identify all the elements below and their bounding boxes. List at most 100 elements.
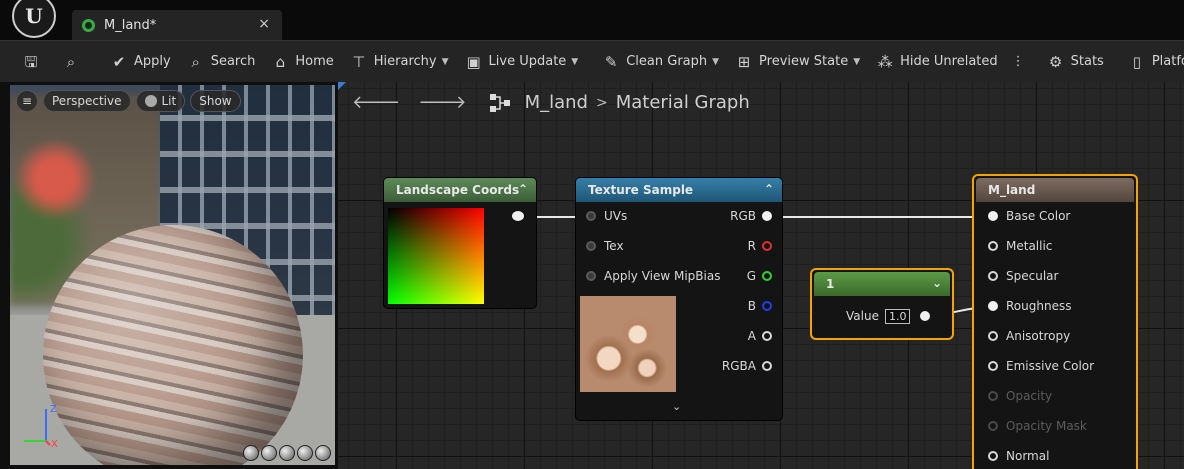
input-normal[interactable]: Normal — [988, 446, 1049, 466]
sphere-preview-icon[interactable] — [261, 445, 277, 461]
unreal-logo-icon[interactable]: U — [12, 0, 56, 38]
input-pin[interactable] — [586, 211, 596, 221]
output-rgba[interactable]: RGBA — [722, 356, 772, 376]
node-header: 1 ⌄ — [814, 272, 950, 296]
output-pin[interactable] — [762, 211, 772, 221]
input-emissive-color[interactable]: Emissive Color — [988, 356, 1094, 376]
browse-button[interactable]: ⌕ — [54, 41, 94, 83]
save-button[interactable]: 🖫 — [0, 41, 54, 83]
search-button[interactable]: ⌕ Search — [179, 41, 264, 83]
breadcrumb-asset[interactable]: M_land — [525, 92, 588, 113]
input-anisotropy[interactable]: Anisotropy — [988, 326, 1070, 346]
coords-preview-swatch — [388, 208, 484, 304]
home-icon: ⌂ — [275, 52, 286, 71]
output-b[interactable]: B — [748, 296, 772, 316]
close-tab-icon[interactable]: × — [258, 16, 270, 32]
pin-label: Emissive Color — [1006, 359, 1095, 373]
hide-unrelated-button[interactable]: ⁂ Hide Unrelated — [868, 41, 1006, 83]
input-base-color[interactable]: Base Color — [988, 206, 1070, 226]
preview-state-button[interactable]: ⊞ Preview State ▼ — [727, 41, 868, 83]
graph-focus-corner — [338, 82, 346, 90]
chevron-down-icon: ▼ — [853, 56, 861, 67]
input-pin[interactable] — [586, 271, 596, 281]
node-landscape-coords[interactable]: Landscape Coords ⌃ — [384, 178, 536, 308]
stats-button[interactable]: ⚙ Stats — [1039, 41, 1112, 83]
input-pin[interactable] — [988, 271, 998, 281]
pin-label: A — [747, 329, 756, 343]
expand-chevron-icon[interactable]: ⌄ — [672, 400, 681, 413]
output-pin[interactable] — [762, 301, 772, 311]
input-pin[interactable] — [988, 451, 998, 461]
show-label: Show — [199, 94, 232, 108]
hierarchy-button[interactable]: ⊤ Hierarchy ▼ — [342, 41, 457, 83]
node-material-output[interactable]: M_land Base Color Metallic Specular Roug… — [974, 176, 1136, 469]
toolbar: 🖫 ⌕ ✔ Apply ⌕ Search ⌂ Home ⊤ Hierarchy … — [0, 40, 1184, 82]
output-pin[interactable] — [762, 271, 772, 281]
input-tex[interactable]: Tex — [586, 236, 624, 256]
live-update-button[interactable]: ▣ Live Update ▼ — [457, 41, 587, 83]
input-pin[interactable] — [988, 361, 998, 371]
input-uvs[interactable]: UVs — [586, 206, 627, 226]
node-header: Landscape Coords ⌃ — [384, 178, 536, 202]
input-pin[interactable] — [988, 211, 998, 221]
forward-arrow-icon[interactable]: 🡒 — [418, 92, 466, 113]
chevron-down-icon[interactable]: ⌄ — [932, 276, 942, 290]
pin-label: RGB — [730, 209, 756, 223]
node-constant[interactable]: 1 ⌄ Value 1.0 — [812, 270, 952, 338]
output-pin[interactable] — [762, 241, 772, 251]
collapse-icon[interactable]: ⌃ — [764, 182, 774, 196]
material-graph[interactable]: 🡐 🡒 M_land > Material Graph Landscape Co… — [338, 82, 1184, 469]
pin-label: RGBA — [721, 359, 756, 373]
output-pin[interactable] — [920, 311, 931, 321]
clean-graph-label: Clean Graph — [626, 54, 708, 69]
output-pin[interactable] — [762, 361, 772, 371]
lit-button[interactable]: Lit — [135, 90, 186, 112]
output-pin[interactable] — [512, 211, 524, 221]
perspective-button[interactable]: Perspective — [43, 90, 131, 112]
output-a[interactable]: A — [748, 326, 772, 346]
value-field[interactable]: 1.0 — [884, 308, 911, 324]
plane-preview-icon[interactable] — [279, 445, 295, 461]
home-button[interactable]: ⌂ Home — [263, 41, 341, 83]
pin-label: Normal — [1006, 449, 1050, 463]
pin-label: G — [746, 269, 756, 283]
pin-label: B — [747, 299, 756, 313]
input-pin[interactable] — [988, 331, 998, 341]
tab-m-land[interactable]: M_land* × — [72, 10, 282, 40]
input-specular[interactable]: Specular — [988, 266, 1058, 286]
output-g[interactable]: G — [747, 266, 772, 286]
clean-graph-button[interactable]: ✎ Clean Graph ▼ — [594, 41, 727, 83]
custom-mesh-preview-icon[interactable] — [315, 445, 331, 461]
input-metallic[interactable]: Metallic — [988, 236, 1052, 256]
pin-label: Base Color — [1006, 209, 1071, 223]
pin-label: Opacity Mask — [1006, 419, 1087, 433]
more-options-button[interactable]: ⋮ — [1006, 41, 1031, 83]
tab-label: M_land* — [104, 17, 157, 33]
wire-rgb-to-basecolor — [770, 216, 990, 218]
input-pin[interactable] — [988, 301, 998, 311]
output-rgb[interactable]: RGB — [730, 206, 772, 226]
hierarchy-icon: ⊤ — [352, 52, 366, 71]
output-pin[interactable] — [762, 331, 772, 341]
breadcrumb-view: Material Graph — [615, 92, 750, 113]
cylinder-preview-icon[interactable] — [243, 445, 259, 461]
save-icon: 🖫 — [24, 52, 38, 71]
input-pin[interactable] — [988, 241, 998, 251]
back-arrow-icon[interactable]: 🡐 — [352, 92, 400, 113]
platform-button[interactable]: ▯ Platfo — [1120, 41, 1184, 83]
cube-preview-icon[interactable] — [297, 445, 313, 461]
input-pin[interactable] — [586, 241, 596, 251]
input-apply-view-mipbias[interactable]: Apply View MipBias — [586, 266, 720, 286]
preview-viewport[interactable]: ≡ Perspective Lit Show Z X — [10, 85, 335, 465]
apply-button[interactable]: ✔ Apply — [102, 41, 179, 83]
node-texture-sample[interactable]: Texture Sample ⌃ UVs Tex Apply View MipB… — [576, 178, 782, 420]
collapse-icon[interactable]: ⌃ — [518, 182, 528, 196]
pin-label: Roughness — [1006, 299, 1072, 313]
lit-icon — [144, 95, 157, 107]
clean-graph-icon: ✎ — [604, 52, 618, 71]
x-axis-line — [45, 440, 51, 446]
show-button[interactable]: Show — [190, 90, 241, 112]
viewport-menu-button[interactable]: ≡ — [16, 90, 38, 112]
input-roughness[interactable]: Roughness — [988, 296, 1071, 316]
output-r[interactable]: R — [748, 236, 772, 256]
